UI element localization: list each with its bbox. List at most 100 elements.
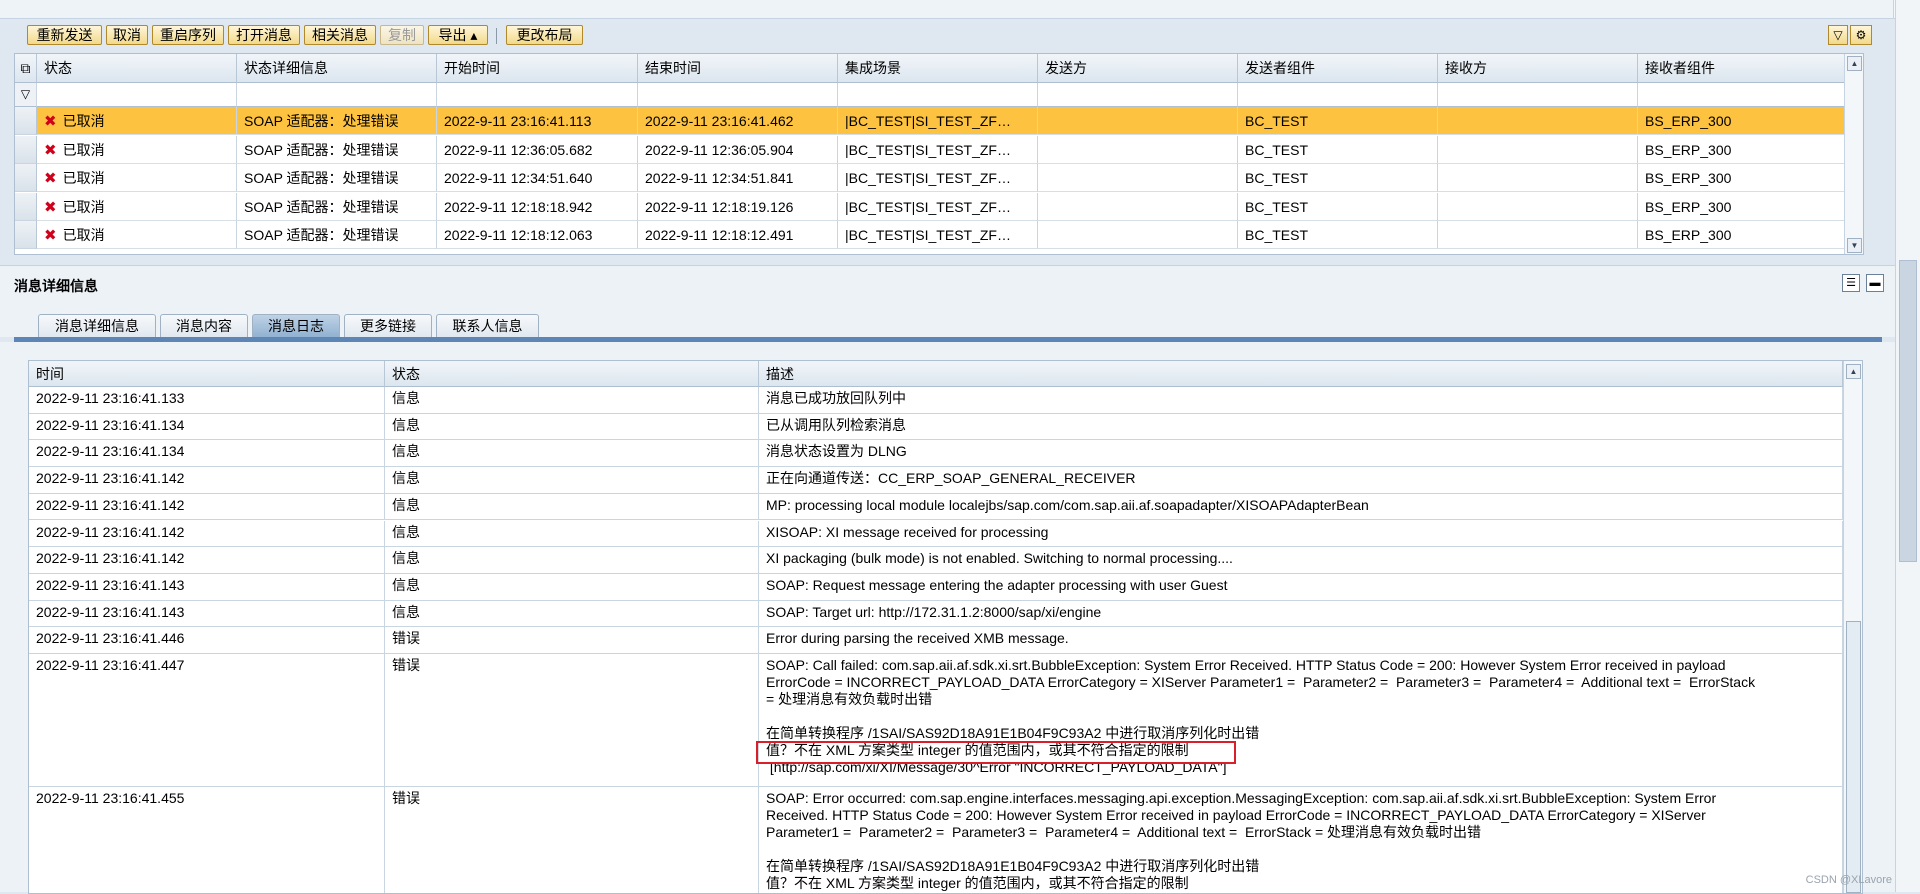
log-time: 2022-9-11 23:16:41.142 [29,520,385,548]
filter-start-time[interactable] [437,83,638,107]
col-receiver-component[interactable]: 接收者组件 [1638,54,1845,83]
log-status: 信息 [385,440,759,468]
collapse-panel-icon[interactable]: ▬ [1866,274,1884,292]
restart-sequence-button[interactable]: 重启序列 [152,25,224,45]
log-row[interactable]: 2022-9-11 23:16:41.446 错误 Error during par… [29,627,1843,654]
col-status-detail[interactable]: 状态详细信息 [237,54,437,83]
log-col-description[interactable]: 描述 [759,361,1843,387]
col-end-time[interactable]: 结束时间 [638,54,838,83]
log-row[interactable]: 2022-9-11 23:16:41.143 信息 SOAP: Target url… [29,600,1843,628]
filter-row-icon[interactable]: ▽ [15,83,37,107]
filter-receiver-component[interactable] [1638,83,1845,107]
top-strip [0,0,1920,19]
cancelled-icon: ✖ [44,227,57,245]
log-row[interactable]: 2022-9-11 23:16:41.142 信息 XISOAP: XI messa… [29,520,1843,548]
cell-status-detail-text: SOAP 适配器：处理错误 [244,198,399,215]
cell-status: ✖ 已取消 [37,135,237,164]
row-selector[interactable] [15,221,37,250]
cell-receiver-component-text: BS_ERP_300 [1645,227,1732,244]
cell-receiver-component: BS_ERP_300 [1638,192,1845,221]
log-status: 错误 [385,787,759,893]
row-selector[interactable] [15,164,37,193]
related-messages-button[interactable]: 相关消息 [304,25,376,45]
log-time: 2022-9-11 23:16:41.455 [29,787,385,893]
log-row[interactable]: 2022-9-11 23:16:41.143 信息 SOAP: Request me… [29,573,1843,601]
filter-sender-component[interactable] [1238,83,1438,107]
log-status: 信息 [385,600,759,628]
export-button[interactable]: 导出 ▴ [428,25,488,45]
cancel-button[interactable]: 取消 [106,25,148,45]
log-time: 2022-9-11 23:16:41.446 [29,627,385,654]
scroll-up-icon[interactable]: ▲ [1847,56,1862,71]
row-selector[interactable] [15,135,37,164]
cell-start-time: 2022-9-11 23:16:41.113 [437,107,638,135]
col-start-time[interactable]: 开始时间 [437,54,638,83]
message-row[interactable]: ✖ 已取消 SOAP 适配器：处理错误 2022-9-11 12:36:05.682 2… [15,135,1863,164]
filter-scenario[interactable] [838,83,1038,107]
message-row[interactable]: ✖ 已取消 SOAP 适配器：处理错误 2022-9-11 23:16:41.113 2… [15,107,1863,135]
cell-end-time: 2022-9-11 12:18:19.126 [638,192,838,221]
log-row[interactable]: 2022-9-11 23:16:41.134 信息 已从调用队列检索消息 [29,413,1843,441]
log-row[interactable]: 2022-9-11 23:16:41.447 错误 SOAP: Call faile… [29,654,1843,787]
log-col-time[interactable]: 时间 [29,361,385,387]
filter-icon[interactable]: ▽ [1828,25,1848,45]
filter-sender[interactable] [1038,83,1238,107]
log-row[interactable]: 2022-9-11 23:16:41.134 信息 消息状态设置为 DLNG [29,440,1843,468]
cell-receiver-component-text: BS_ERP_300 [1645,113,1732,129]
message-row[interactable]: ✖ 已取消 SOAP 适配器：处理错误 2022-9-11 12:18:18.942 2… [15,192,1863,221]
log-scrollbar[interactable]: ▲ [1843,361,1862,893]
filter-status-detail[interactable] [237,83,437,107]
col-status[interactable]: 状态 [37,54,237,83]
cell-status-text: 已取消 [62,227,105,244]
log-scroll-up-icon[interactable]: ▲ [1846,364,1861,379]
col-receiver[interactable]: 接收方 [1438,54,1638,83]
log-row[interactable]: 2022-9-11 23:16:41.142 信息 正在向通道传送：CC_ERP_S… [29,467,1843,494]
filter-end-time[interactable] [638,83,838,107]
log-scroll-thumb[interactable] [1846,621,1861,893]
toolbar-separator [496,28,497,44]
resend-button[interactable]: 重新发送 [27,25,102,45]
cell-status-detail-text: SOAP 适配器：处理错误 [244,113,399,129]
cancelled-icon: ✖ [44,170,57,188]
select-all-icon[interactable]: ⧉ [15,54,37,83]
cell-sender [1038,135,1238,164]
log-row[interactable]: 2022-9-11 23:16:41.142 信息 XI packaging (bu… [29,547,1843,574]
row-selector[interactable] [15,107,37,135]
filter-receiver[interactable] [1438,83,1638,107]
log-description: XISOAP: XI message received for processi… [759,520,1843,548]
col-scenario[interactable]: 集成场景 [838,54,1038,83]
change-layout-button[interactable]: 更改布局 [506,25,583,45]
log-description: 正在向通道传送：CC_ERP_SOAP_GENERAL_RECEIVER [759,467,1843,494]
settings-icon[interactable]: ⚙ [1850,25,1872,45]
tab-message-log[interactable]: 消息日志 [252,314,340,338]
scroll-down-icon[interactable]: ▼ [1847,238,1862,253]
row-selector[interactable] [15,192,37,221]
log-description-line: 已从调用队列检索消息 [766,416,906,433]
grid-scrollbar[interactable]: ▲ ▼ [1844,54,1863,254]
log-status: 信息 [385,573,759,601]
log-row[interactable]: 2022-9-11 23:16:41.133 信息 消息已成功放回队列中 [29,387,1843,414]
page-scroll-thumb[interactable] [1899,260,1917,562]
cell-status-detail: SOAP 适配器：处理错误 [237,135,437,164]
message-row[interactable]: ✖ 已取消 SOAP 适配器：处理错误 2022-9-11 12:34:51.640 2… [15,164,1863,193]
col-sender[interactable]: 发送方 [1038,54,1238,83]
tab-contact-info[interactable]: 联系人信息 [436,314,539,338]
log-status: 信息 [385,520,759,548]
cell-status-detail: SOAP 适配器：处理错误 [237,192,437,221]
col-sender-component[interactable]: 发送者组件 [1238,54,1438,83]
open-message-button[interactable]: 打开消息 [228,25,300,45]
filter-status[interactable] [37,83,237,107]
message-row[interactable]: ✖ 已取消 SOAP 适配器：处理错误 2022-9-11 12:18:12.063 2… [15,221,1863,250]
copy-button[interactable]: 复制 [380,25,424,45]
page-scrollbar[interactable] [1895,0,1920,892]
tab-more-links[interactable]: 更多链接 [344,314,432,338]
panel-settings-icon[interactable]: ☰ [1842,274,1860,292]
log-row[interactable]: 2022-9-11 23:16:41.455 错误 SOAP: Error occu… [29,787,1843,893]
log-row[interactable]: 2022-9-11 23:16:41.142 信息 MP: processing l… [29,493,1843,521]
tab-message-content[interactable]: 消息内容 [160,314,248,338]
cell-sender-component: BC_TEST [1238,221,1438,250]
watermark: CSDN @XLavore [1805,874,1892,886]
log-col-status[interactable]: 状态 [385,361,759,387]
tab-message-details[interactable]: 消息详细信息 [38,314,156,338]
cell-sender-component-text: BC_TEST [1245,113,1309,129]
